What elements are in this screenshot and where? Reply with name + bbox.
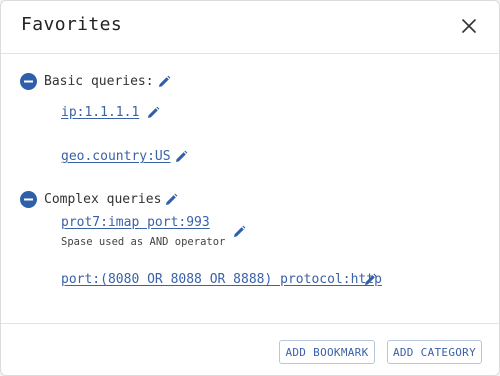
- category-basic-queries: Basic queries:: [20, 73, 154, 90]
- minus-circle-icon: [20, 191, 37, 208]
- collapse-category-button[interactable]: [20, 73, 37, 90]
- close-button[interactable]: [457, 14, 481, 38]
- add-category-button[interactable]: ADD CATEGORY: [387, 340, 482, 364]
- dialog-header: Favorites: [1, 1, 499, 54]
- edit-category-button[interactable]: [156, 74, 172, 90]
- category-label: Complex queries: [44, 192, 162, 207]
- query-link[interactable]: prot7:imap port:993: [61, 215, 210, 230]
- pencil-icon: [148, 106, 160, 118]
- dialog-footer: ADD BOOKMARK ADD CATEGORY: [1, 323, 499, 375]
- edit-category-button[interactable]: [163, 192, 179, 208]
- dialog-title: Favorites: [21, 14, 123, 35]
- query-link[interactable]: port:(8080 OR 8088 OR 8888) protocol:htt…: [61, 272, 382, 287]
- category-complex-queries: Complex queries: [20, 191, 161, 208]
- edit-query-button[interactable]: [231, 224, 247, 240]
- query-description: Spase used as AND operator: [61, 236, 226, 248]
- pencil-icon: [176, 150, 188, 162]
- pencil-icon: [159, 75, 171, 87]
- minus-circle-icon: [20, 73, 37, 90]
- edit-query-button[interactable]: [173, 149, 189, 165]
- close-icon: [462, 19, 476, 33]
- edit-query-button[interactable]: [145, 105, 161, 121]
- query-link[interactable]: geo.country:US: [61, 149, 171, 164]
- pencil-icon: [166, 193, 178, 205]
- collapse-category-button[interactable]: [20, 191, 37, 208]
- add-bookmark-button[interactable]: ADD BOOKMARK: [279, 340, 375, 364]
- edit-query-button[interactable]: [362, 272, 378, 288]
- favorites-dialog: Favorites Basic queries: ip:1.1.1.1 geo.…: [0, 0, 500, 376]
- category-label: Basic queries:: [44, 74, 154, 89]
- query-link[interactable]: ip:1.1.1.1: [61, 105, 139, 120]
- pencil-icon: [365, 273, 377, 285]
- pencil-icon: [234, 225, 246, 237]
